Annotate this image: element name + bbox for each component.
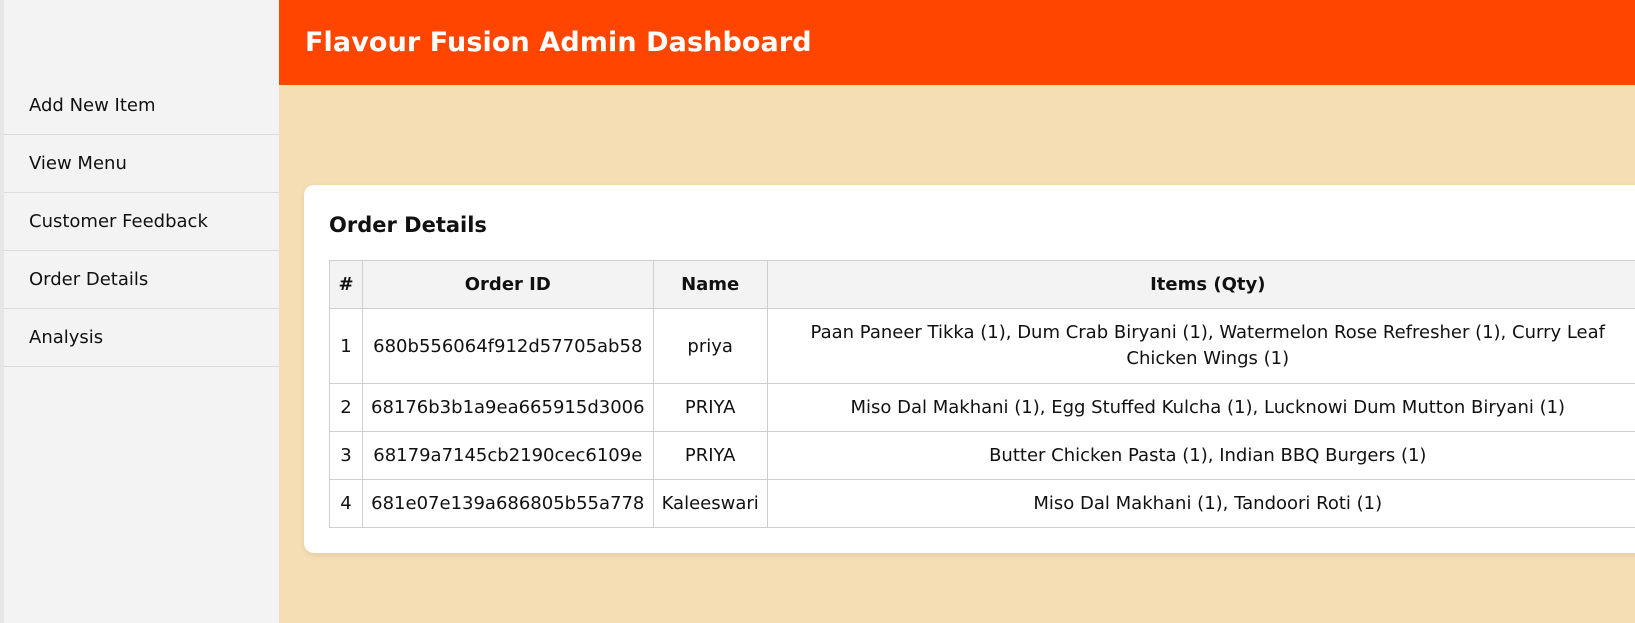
column-header-number: #: [329, 260, 363, 309]
sidebar-item-label: Analysis: [29, 327, 104, 348]
cell-order-id: 681e07e139a686805b55a778: [362, 479, 654, 528]
column-header-order-id: Order ID: [362, 260, 654, 309]
column-header-items: Items (Qty): [766, 260, 1635, 309]
sidebar-item-add-new-item[interactable]: Add New Item: [4, 77, 279, 135]
cell-items: Miso Dal Makhani (1), Egg Stuffed Kulcha…: [766, 383, 1635, 432]
sidebar-item-label: Customer Feedback: [29, 211, 208, 232]
cell-number: 3: [329, 431, 363, 480]
cell-number: 1: [329, 308, 363, 384]
admin-dashboard: Add New Item View Menu Customer Feedback…: [0, 0, 1635, 623]
order-details-card: Order Details # Order ID Name Items (Qty…: [304, 185, 1635, 553]
cell-items: Miso Dal Makhani (1), Tandoori Roti (1): [766, 479, 1635, 528]
sidebar-item-view-menu[interactable]: View Menu: [4, 135, 279, 193]
header-bar: Flavour Fusion Admin Dashboard: [279, 0, 1635, 85]
sidebar: Add New Item View Menu Customer Feedback…: [0, 0, 279, 623]
sidebar-item-label: Order Details: [29, 269, 149, 290]
cell-items: Butter Chicken Pasta (1), Indian BBQ Bur…: [766, 431, 1635, 480]
table-header-row: # Order ID Name Items (Qty): [329, 260, 1635, 309]
cell-number: 2: [329, 383, 363, 432]
sidebar-item-order-details[interactable]: Order Details: [4, 251, 279, 309]
table-row: 4 681e07e139a686805b55a778 Kaleeswari Mi…: [329, 479, 1635, 528]
card-title: Order Details: [329, 213, 487, 237]
cell-name: priya: [652, 308, 768, 384]
cell-name: PRIYA: [652, 431, 768, 480]
cell-order-id: 680b556064f912d57705ab58: [362, 308, 654, 384]
cell-name: PRIYA: [652, 383, 768, 432]
table-row: 3 68179a7145cb2190cec6109e PRIYA Butter …: [329, 431, 1635, 480]
cell-order-id: 68179a7145cb2190cec6109e: [362, 431, 654, 480]
cell-items: Paan Paneer Tikka (1), Dum Crab Biryani …: [766, 308, 1635, 384]
orders-table: # Order ID Name Items (Qty) 1 680b556064…: [329, 260, 1635, 528]
sidebar-item-analysis[interactable]: Analysis: [4, 309, 279, 367]
cell-number: 4: [329, 479, 363, 528]
cell-name: Kaleeswari: [652, 479, 768, 528]
column-header-name: Name: [652, 260, 768, 309]
sidebar-item-label: View Menu: [29, 153, 127, 174]
sidebar-item-label: Add New Item: [29, 95, 156, 116]
cell-order-id: 68176b3b1a9ea665915d3006: [362, 383, 654, 432]
table-row: 1 680b556064f912d57705ab58 priya Paan Pa…: [329, 308, 1635, 384]
sidebar-item-customer-feedback[interactable]: Customer Feedback: [4, 193, 279, 251]
page-title: Flavour Fusion Admin Dashboard: [305, 27, 812, 58]
table-row: 2 68176b3b1a9ea665915d3006 PRIYA Miso Da…: [329, 383, 1635, 432]
